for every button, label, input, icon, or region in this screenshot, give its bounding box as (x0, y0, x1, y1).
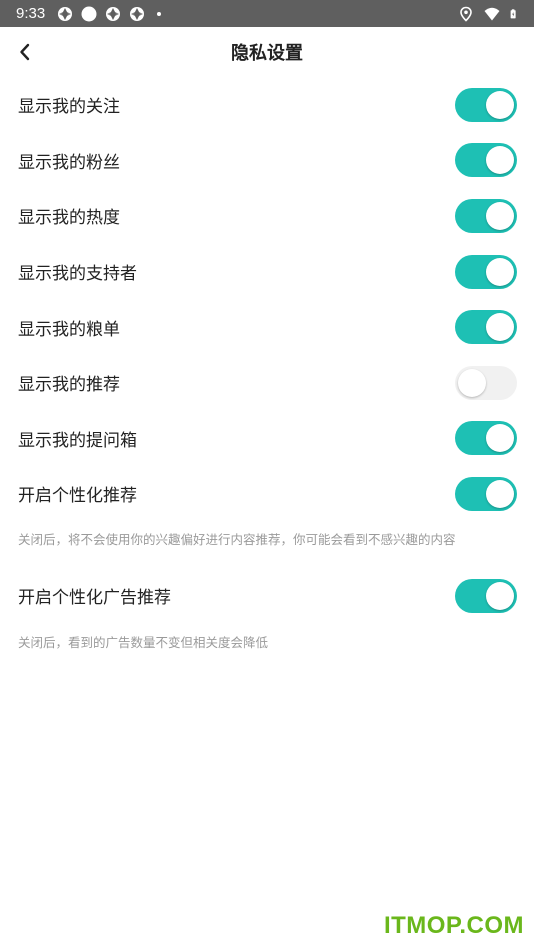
toggle-knob (486, 146, 514, 175)
setting-row-personalized-ads: 开启个性化广告推荐 (0, 568, 534, 624)
notification-icon (130, 6, 145, 21)
chevron-left-icon (20, 43, 30, 61)
toggle-show-fans[interactable] (455, 143, 517, 178)
setting-row-show-fans: 显示我的粉丝 (0, 133, 534, 189)
setting-label: 显示我的关注 (18, 97, 120, 118)
page-title: 隐私设置 (231, 43, 303, 64)
setting-label: 显示我的提问箱 (18, 430, 137, 451)
notification-icon (106, 6, 121, 21)
app-header: 隐私设置 (0, 27, 534, 77)
battery-icon (510, 8, 516, 18)
setting-row-show-supporters: 显示我的支持者 (0, 244, 534, 300)
setting-label: 开启个性化推荐 (18, 486, 137, 507)
status-time: 9:33 (16, 5, 46, 22)
setting-label: 显示我的粮单 (18, 319, 120, 340)
status-bar: 9:33 (0, 0, 534, 27)
setting-label: 显示我的热度 (18, 208, 120, 229)
setting-label: 开启个性化广告推荐 (18, 588, 171, 609)
toggle-show-recommendations[interactable] (455, 365, 517, 400)
more-dot-icon (157, 11, 162, 16)
setting-label: 显示我的支持者 (18, 264, 137, 285)
toggle-knob (486, 479, 514, 508)
toggle-knob (486, 201, 514, 230)
toggle-personalized-recommendation[interactable] (455, 476, 517, 511)
setting-row-show-food-list: 显示我的粮单 (0, 299, 534, 355)
toggle-show-food-list[interactable] (455, 310, 517, 345)
toggle-knob (486, 313, 514, 342)
toggle-knob (486, 90, 514, 119)
toggle-knob (486, 424, 514, 453)
personalized-ads-description: 关闭后，看到的广告数量不变但相关度会降低 (18, 635, 269, 651)
toggle-show-popularity[interactable] (455, 198, 517, 233)
setting-label: 显示我的粉丝 (18, 152, 120, 173)
toggle-show-following[interactable] (455, 87, 517, 122)
setting-row-show-following: 显示我的关注 (0, 77, 534, 133)
setting-row-personalized-recommendation: 开启个性化推荐 (0, 466, 534, 522)
watermark-logo: ITMOP.COM (383, 912, 524, 939)
toggle-knob (458, 368, 486, 397)
toggle-knob (486, 257, 514, 286)
toggle-show-question-box[interactable] (455, 421, 517, 456)
wifi-icon (484, 7, 500, 20)
setting-label: 显示我的推荐 (18, 375, 120, 396)
record-icon (81, 6, 97, 21)
location-icon (460, 6, 472, 22)
personalized-recommendation-description: 关闭后，将不会使用你的兴趣偏好进行内容推荐，你可能会看到不感兴趣的内容 (18, 531, 456, 547)
status-right (458, 6, 520, 22)
setting-row-show-question-box: 显示我的提问箱 (0, 411, 534, 467)
setting-row-show-recommendations: 显示我的推荐 (0, 355, 534, 411)
settings-list: 显示我的关注 显示我的粉丝 显示我的热度 显示我的支持者 显示我的粮单 显示我的… (0, 77, 534, 652)
status-left: 9:33 (16, 5, 162, 22)
back-button[interactable] (10, 27, 40, 77)
setting-row-show-popularity: 显示我的热度 (0, 188, 534, 244)
toggle-personalized-ads[interactable] (455, 578, 517, 613)
notification-icon (58, 6, 73, 21)
toggle-show-supporters[interactable] (455, 254, 517, 289)
toggle-knob (486, 581, 514, 610)
